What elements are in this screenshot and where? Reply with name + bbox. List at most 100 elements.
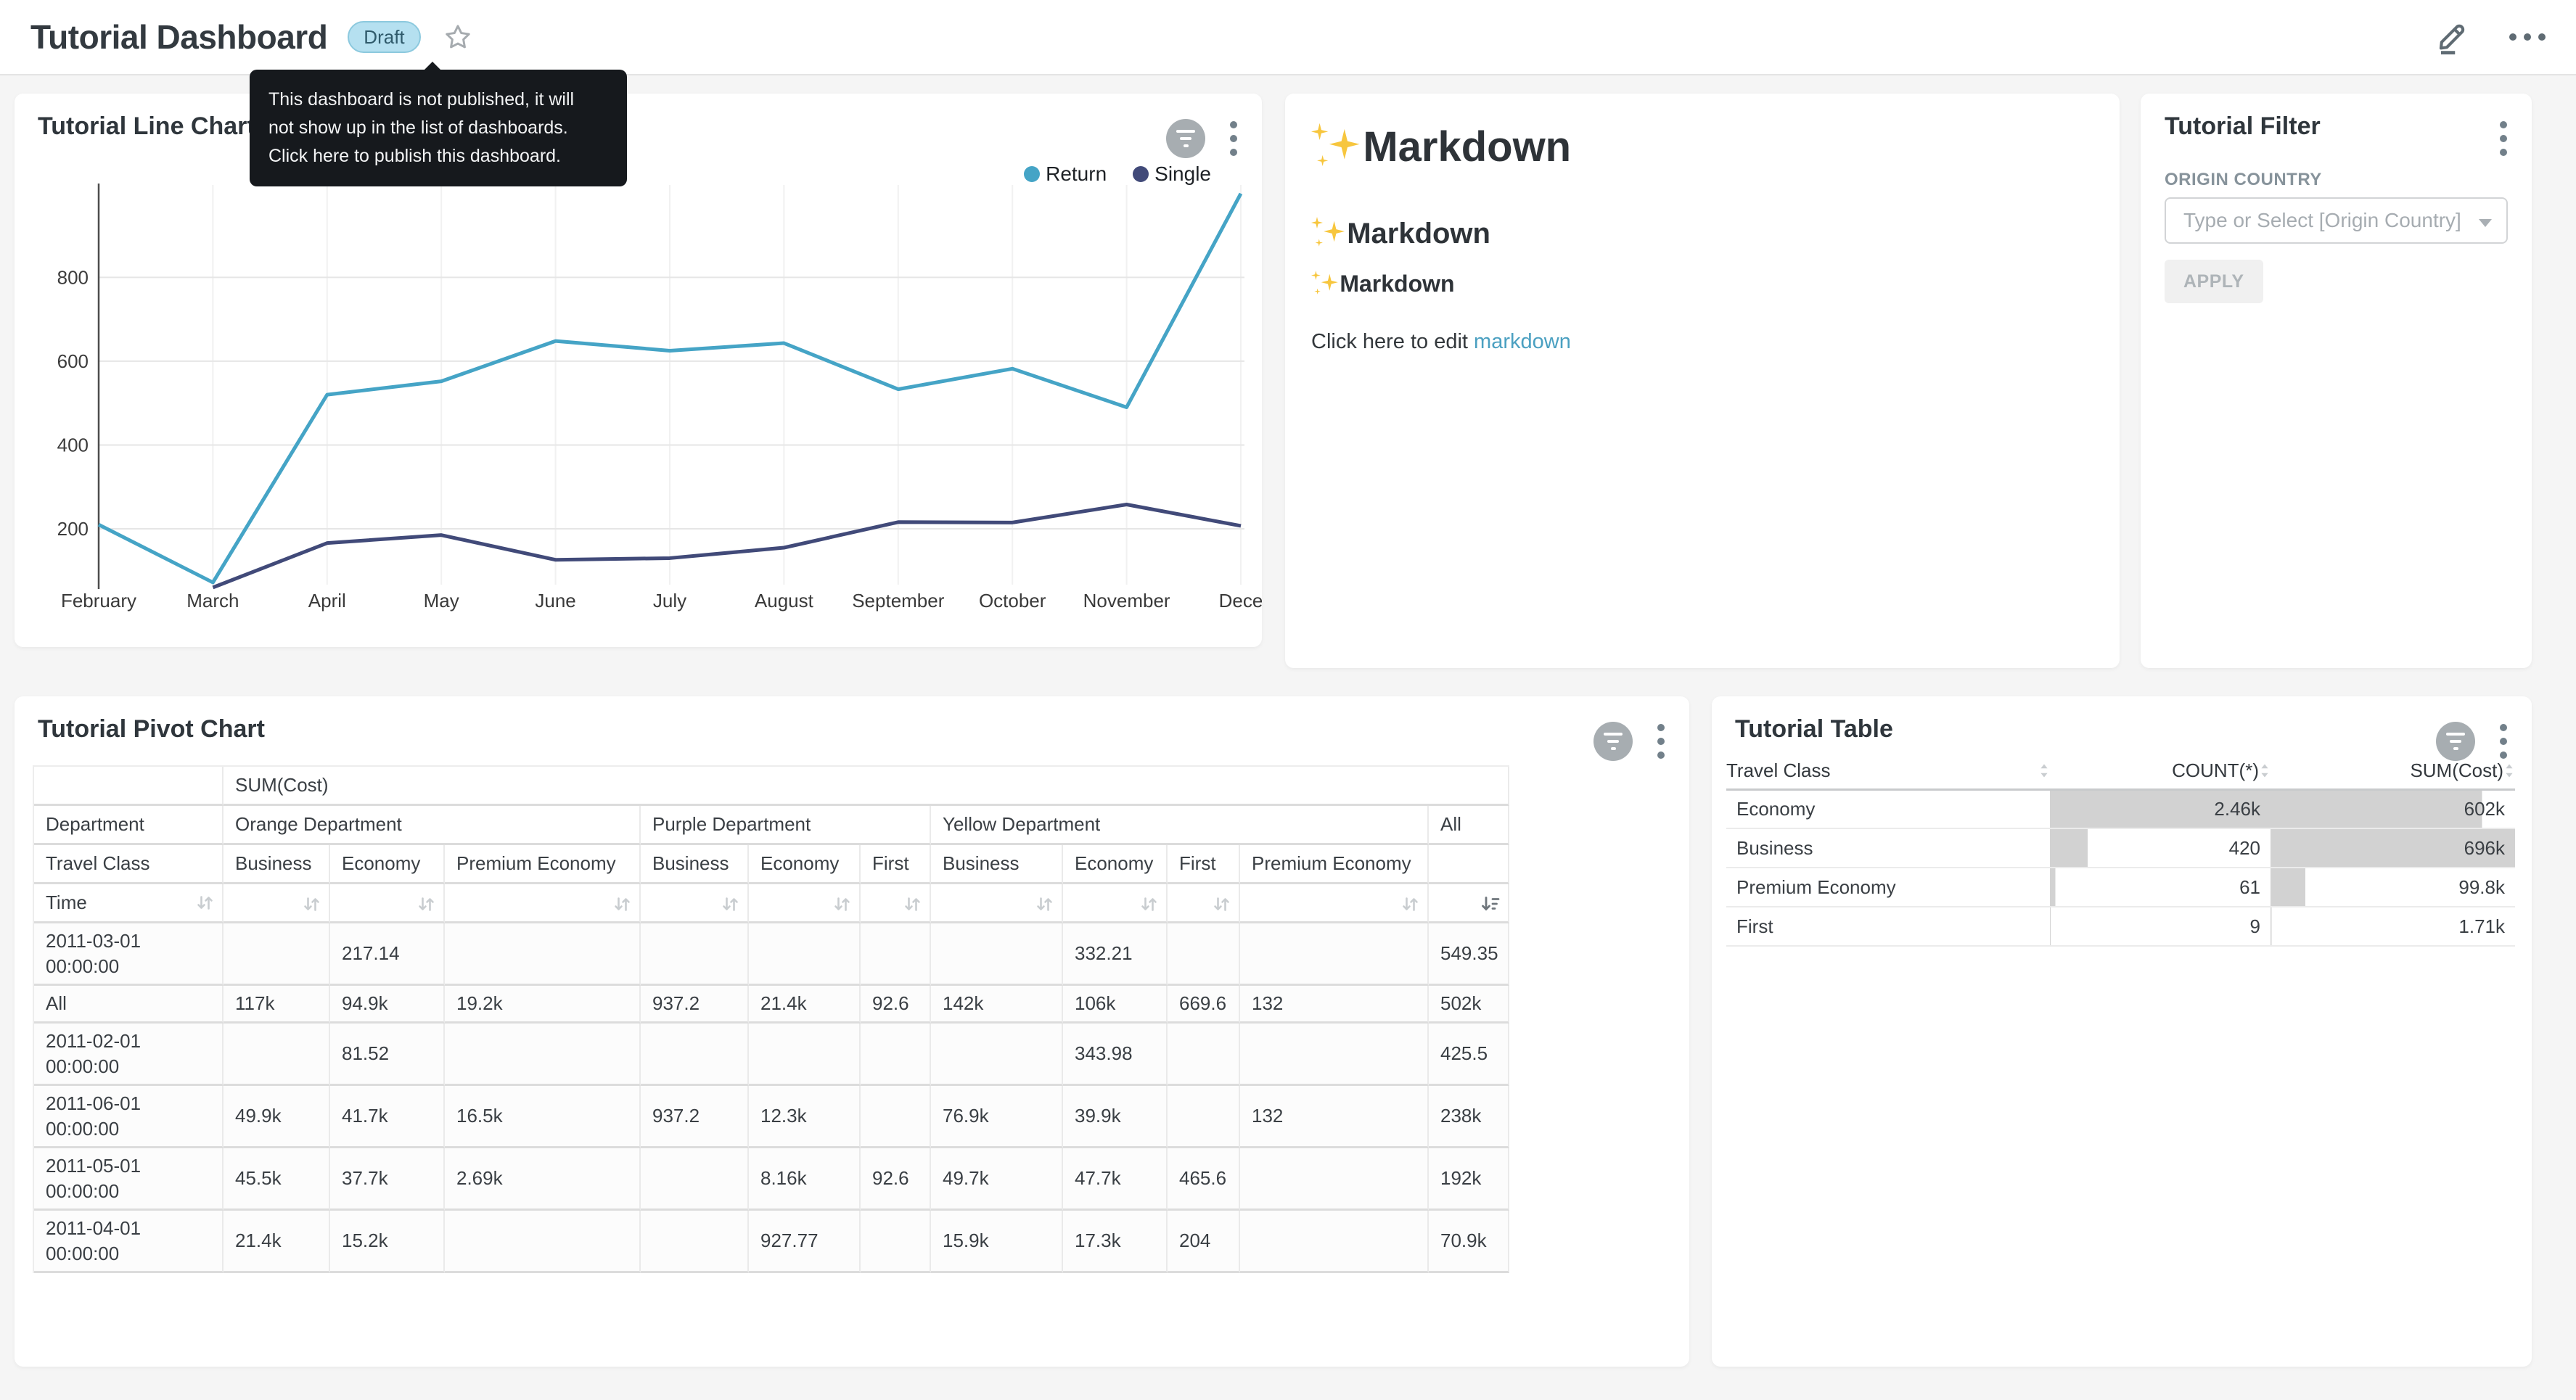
x-tick-label: March xyxy=(186,590,239,612)
pivot-cell xyxy=(1240,1211,1429,1273)
sort-caret-icon[interactable] xyxy=(2038,761,2050,781)
y-tick-label: 600 xyxy=(57,350,89,372)
origin-country-select[interactable]: Type or Select [Origin Country] xyxy=(2165,197,2508,244)
pivot-cell: 204 xyxy=(1168,1211,1240,1273)
sort-icon[interactable] xyxy=(417,894,436,914)
panel-title: Tutorial Pivot Chart xyxy=(38,715,265,744)
pivot-col-header: Business xyxy=(931,845,1063,884)
pivot-cell xyxy=(861,1086,931,1148)
pivot-row: 2011-03-01 00:00:00217.14332.21549.35 xyxy=(34,923,1509,986)
sort-icon[interactable] xyxy=(721,894,740,914)
more-menu-icon[interactable] xyxy=(2509,33,2546,41)
pivot-sort-row: Time xyxy=(34,884,1509,923)
sort-icon[interactable] xyxy=(302,894,321,914)
table-row: Premium Economy6199.8k xyxy=(1726,868,2515,907)
y-tick-label: 200 xyxy=(57,518,89,540)
apply-button[interactable]: APPLY xyxy=(2165,260,2263,303)
header-actions xyxy=(2434,17,2546,58)
sort-icon[interactable] xyxy=(612,894,632,914)
favorite-star-icon[interactable] xyxy=(443,22,473,52)
filter-panel: Tutorial Filter ORIGIN COUNTRY Type or S… xyxy=(2141,94,2532,668)
pivot-row-label: 2011-04-01 00:00:00 xyxy=(34,1211,223,1273)
pivot-chart-panel: Tutorial Pivot Chart SUM(Cost)Department… xyxy=(15,696,1689,1367)
pivot-col-group: Purple Department xyxy=(641,806,931,845)
pivot-cell: 465.6 xyxy=(1168,1148,1240,1211)
pivot-cell xyxy=(223,923,330,986)
pivot-cell: 937.2 xyxy=(641,986,749,1024)
pivot-cell: 15.2k xyxy=(330,1211,445,1273)
pivot-cell xyxy=(861,1024,931,1086)
pivot-class-label: Travel Class xyxy=(34,845,223,884)
pivot-cell xyxy=(931,1024,1063,1086)
sort-icon[interactable] xyxy=(903,894,922,914)
count-cell: 9 xyxy=(2050,907,2271,946)
pivot-cell: 669.6 xyxy=(1168,986,1240,1024)
y-tick-label: 800 xyxy=(57,266,89,288)
edit-markdown-link[interactable]: markdown xyxy=(1474,330,1571,353)
sort-caret-icon[interactable] xyxy=(2259,761,2271,781)
pivot-col-group: Orange Department xyxy=(223,806,641,845)
pivot-cell: 549.35 xyxy=(1429,923,1509,986)
pivot-row-label: 2011-03-01 00:00:00 xyxy=(34,923,223,986)
markdown-h3: Markdown xyxy=(1311,271,1455,297)
status-badge[interactable]: Draft xyxy=(348,21,420,53)
x-tick-label: April xyxy=(308,590,346,612)
pivot-col-header: Economy xyxy=(1063,845,1168,884)
pivot-cell xyxy=(749,1024,861,1086)
pivot-cell: 41.7k xyxy=(330,1086,445,1148)
pivot-cell: 47.7k xyxy=(1063,1148,1168,1211)
panel-actions xyxy=(2497,118,2510,159)
pivot-col-header: First xyxy=(861,845,931,884)
pivot-cell: 106k xyxy=(1063,986,1168,1024)
pivot-cell xyxy=(1168,1086,1240,1148)
pivot-cell xyxy=(445,923,641,986)
edit-dashboard-icon[interactable] xyxy=(2434,17,2472,58)
pivot-cell xyxy=(641,923,749,986)
sort-caret-icon[interactable] xyxy=(2503,761,2515,781)
dashboard-header: Tutorial Dashboard Draft xyxy=(0,0,2576,75)
pivot-cell: 217.14 xyxy=(330,923,445,986)
sort-icon[interactable] xyxy=(1139,894,1159,914)
x-tick-label: July xyxy=(653,590,686,612)
kebab-menu-icon[interactable] xyxy=(1654,721,1668,762)
pivot-cell: 21.4k xyxy=(749,986,861,1024)
sort-icon[interactable] xyxy=(1212,894,1231,914)
pivot-cell: 70.9k xyxy=(1429,1211,1509,1273)
sort-icon[interactable] xyxy=(1035,894,1054,914)
sort-icon[interactable] xyxy=(195,893,215,913)
chevron-down-icon xyxy=(2479,219,2492,227)
sort-desc-icon[interactable] xyxy=(1480,894,1501,914)
filter-indicator-icon[interactable] xyxy=(1593,722,1633,761)
pivot-cell xyxy=(641,1024,749,1086)
pivot-cell: 92.6 xyxy=(861,1148,931,1211)
sparkles-icon xyxy=(1311,217,1345,246)
column-header-travel-class[interactable]: Travel Class xyxy=(1726,753,2050,789)
pivot-cell xyxy=(1168,923,1240,986)
pivot-table-container: SUM(Cost)DepartmentOrange DepartmentPurp… xyxy=(33,765,1509,1273)
pivot-cell: 92.6 xyxy=(861,986,931,1024)
pivot-col-header: Premium Economy xyxy=(1240,845,1429,884)
pivot-row-label: 2011-02-01 00:00:00 xyxy=(34,1024,223,1086)
kebab-menu-icon[interactable] xyxy=(2497,118,2510,159)
pivot-cell: 21.4k xyxy=(223,1211,330,1273)
column-header-sum[interactable]: SUM(Cost) xyxy=(2271,753,2515,789)
pivot-cell: 45.5k xyxy=(223,1148,330,1211)
markdown-panel[interactable]: Markdown Markdown Markdown Click here to… xyxy=(1285,94,2120,668)
pivot-cell: 238k xyxy=(1429,1086,1509,1148)
pivot-cell: 94.9k xyxy=(330,986,445,1024)
sort-icon[interactable] xyxy=(1400,894,1420,914)
pivot-cell: 425.5 xyxy=(1429,1024,1509,1086)
pivot-col-header: Business xyxy=(223,845,330,884)
pivot-col-header: First xyxy=(1168,845,1240,884)
pivot-cell: 132 xyxy=(1240,1086,1429,1148)
markdown-h1: Markdown xyxy=(1311,123,1571,171)
pivot-col-header: Economy xyxy=(330,845,445,884)
sort-icon[interactable] xyxy=(832,894,852,914)
select-placeholder: Type or Select [Origin Country] xyxy=(2183,209,2461,232)
pivot-cell xyxy=(223,1024,330,1086)
count-cell: 2.46k xyxy=(2050,789,2271,828)
pivot-cell: 142k xyxy=(931,986,1063,1024)
pivot-cell: 502k xyxy=(1429,986,1509,1024)
sparkles-icon xyxy=(1311,271,1338,294)
column-header-count[interactable]: COUNT(*) xyxy=(2050,753,2271,789)
